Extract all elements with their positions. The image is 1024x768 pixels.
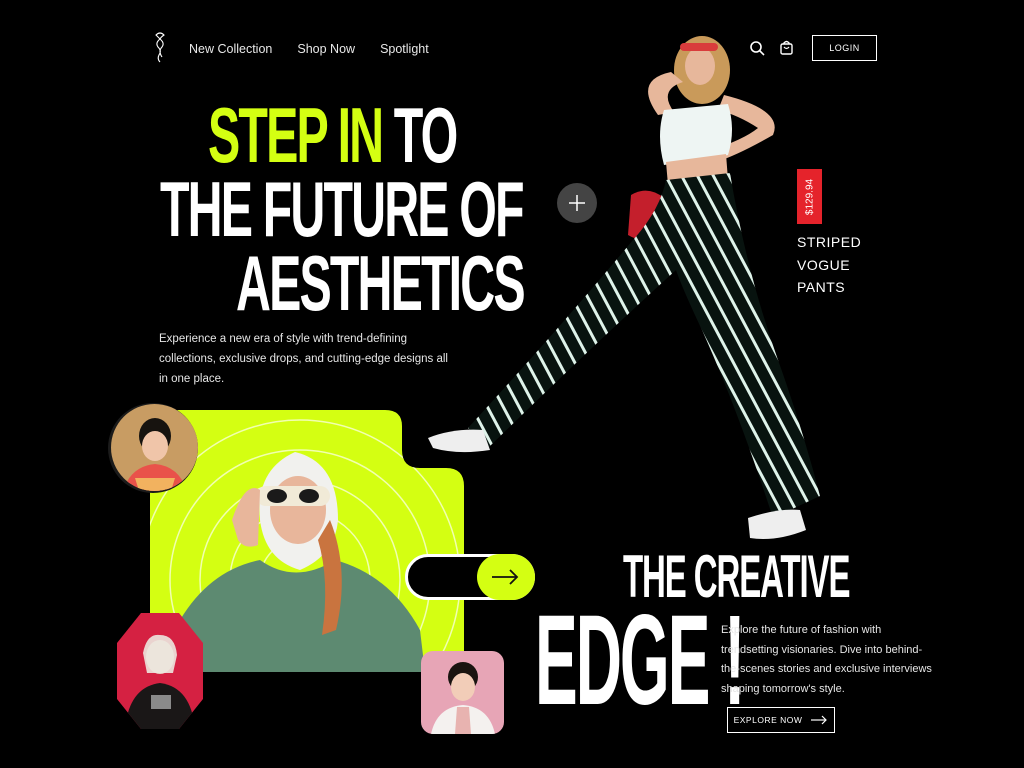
explore-now-button[interactable]: EXPLORE NOW [727,707,835,733]
price-tag: $129.94 [797,169,822,224]
product-name[interactable]: STRIPED VOGUE PANTS [797,231,887,299]
arrow-knob [477,554,535,600]
hero-intro: Experience a new era of style with trend… [159,333,448,385]
avatar-model-2[interactable] [117,613,203,729]
plus-icon [569,195,585,211]
logo-icon[interactable] [150,31,170,63]
avatar-model-3-image [431,662,495,734]
next-arrow-button[interactable] [405,554,535,600]
arrow-right-icon [811,715,828,725]
add-button[interactable] [557,183,597,223]
nav-spotlight[interactable]: Spotlight [380,42,429,56]
nav-shop-now[interactable]: Shop Now [297,42,355,56]
feature-title-line-2: EDGE ! [535,589,745,732]
arrow-right-icon [492,569,519,585]
avatar-model-1-image [123,418,187,491]
price-value: $129.94 [804,178,815,215]
main-nav: New Collection Shop Now Spotlight [189,42,429,56]
headline-line-1: STEP IN TO [208,96,458,174]
feature-description: Explore the future of fashion with trend… [721,624,932,695]
avatar-model-1[interactable] [108,403,198,493]
explore-now-label: EXPLORE NOW [733,715,803,725]
avatar-model-3[interactable] [421,651,504,734]
hero-model-image [428,36,820,539]
nav-new-collection[interactable]: New Collection [189,42,272,56]
